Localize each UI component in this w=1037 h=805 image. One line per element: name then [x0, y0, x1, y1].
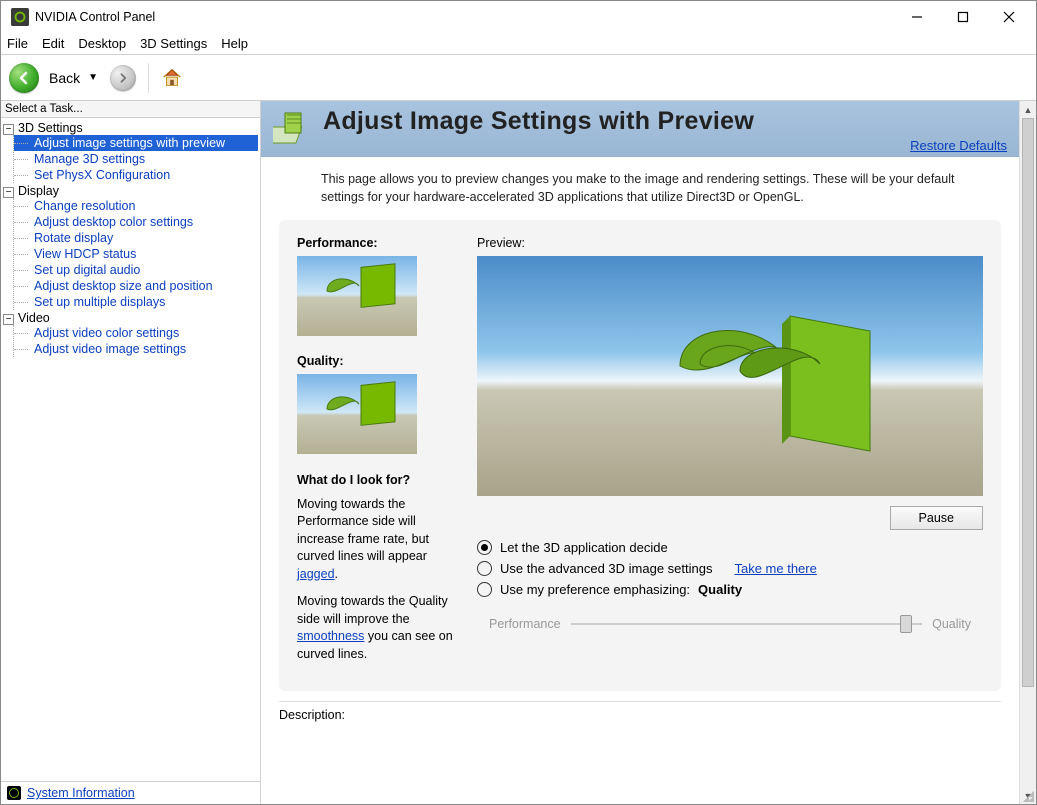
jagged-link[interactable]: jagged: [297, 567, 335, 581]
tree-toggle-display[interactable]: −: [3, 187, 14, 198]
take-me-there-link[interactable]: Take me there: [734, 561, 816, 576]
maximize-button[interactable]: [940, 1, 986, 33]
slider-thumb[interactable]: [900, 615, 912, 633]
tree-item-rotate-display[interactable]: Rotate display: [14, 230, 258, 246]
toolbar: Back ▼: [1, 55, 1036, 101]
tree-item-desktop-size-position[interactable]: Adjust desktop size and position: [14, 278, 258, 294]
scroll-thumb[interactable]: [1022, 118, 1034, 687]
option-advanced-label: Use the advanced 3D image settings: [500, 561, 712, 576]
option-preference-label: Use my preference emphasizing:: [500, 582, 690, 597]
tree-item-manage-3d-settings[interactable]: Manage 3D settings: [14, 151, 258, 167]
sidebar-header: Select a Task...: [1, 101, 260, 118]
quality-thumbnail: [297, 374, 417, 454]
tree-toggle-video[interactable]: −: [3, 314, 14, 325]
page-banner: Adjust Image Settings with Preview Resto…: [261, 101, 1019, 157]
main-scrollbar[interactable]: ▲ ▼: [1019, 101, 1036, 804]
task-tree: −3D Settings Adjust image settings with …: [1, 118, 260, 781]
titlebar: NVIDIA Control Panel: [1, 1, 1036, 33]
tree-group-video[interactable]: Video: [18, 311, 50, 325]
preview-label: Preview:: [477, 236, 983, 250]
smoothness-link[interactable]: smoothness: [297, 629, 364, 643]
system-info-icon: [7, 786, 21, 800]
preference-slider: Performance Quality: [477, 607, 983, 645]
preview-viewport: [477, 256, 983, 496]
performance-thumbnail: [297, 256, 417, 336]
tree-item-video-color[interactable]: Adjust video color settings: [14, 325, 258, 341]
system-information-link[interactable]: System Information: [27, 786, 135, 800]
page-icon: [273, 107, 313, 147]
page-title: Adjust Image Settings with Preview: [323, 107, 1007, 136]
sidebar: Select a Task... −3D Settings Adjust ima…: [1, 101, 261, 804]
help-paragraph-2: Moving towards the Quality side will imp…: [297, 593, 457, 663]
tree-item-multiple-displays[interactable]: Set up multiple displays: [14, 294, 258, 310]
close-button[interactable]: [986, 1, 1032, 33]
forward-button[interactable]: [110, 65, 136, 91]
menu-desktop[interactable]: Desktop: [74, 34, 136, 53]
radio-my-preference[interactable]: [477, 582, 492, 597]
home-icon[interactable]: [161, 67, 183, 89]
tree-toggle-3d-settings[interactable]: −: [3, 124, 14, 135]
resize-grip[interactable]: [1020, 788, 1034, 802]
menu-edit[interactable]: Edit: [38, 34, 74, 53]
radio-advanced-settings[interactable]: [477, 561, 492, 576]
option-let-app-decide-label: Let the 3D application decide: [500, 540, 668, 555]
option-preference-value: Quality: [698, 582, 742, 597]
window-title: NVIDIA Control Panel: [35, 10, 894, 24]
radio-let-app-decide[interactable]: [477, 540, 492, 555]
menu-3d-settings[interactable]: 3D Settings: [136, 34, 217, 53]
minimize-button[interactable]: [894, 1, 940, 33]
tree-item-change-resolution[interactable]: Change resolution: [14, 198, 258, 214]
toolbar-separator: [148, 63, 149, 93]
performance-label: Performance:: [297, 236, 457, 250]
tree-group-3d-settings[interactable]: 3D Settings: [18, 121, 83, 135]
help-paragraph-1: Moving towards the Performance side will…: [297, 496, 457, 584]
quality-label: Quality:: [297, 354, 457, 368]
back-button[interactable]: [9, 63, 39, 93]
tree-group-display[interactable]: Display: [18, 184, 59, 198]
description-label: Description:: [279, 701, 1001, 722]
slider-label-quality: Quality: [932, 617, 971, 631]
back-dropdown-icon[interactable]: ▼: [88, 72, 98, 83]
menu-help[interactable]: Help: [217, 34, 258, 53]
tree-item-set-physx[interactable]: Set PhysX Configuration: [14, 167, 258, 183]
menubar: File Edit Desktop 3D Settings Help: [1, 33, 1036, 55]
tree-item-video-image[interactable]: Adjust video image settings: [14, 341, 258, 357]
settings-panel: Performance: Quality: What do I look for…: [279, 220, 1001, 691]
nvidia-app-icon: [11, 8, 29, 26]
help-heading: What do I look for?: [297, 472, 457, 490]
back-label: Back: [49, 70, 80, 86]
slider-label-performance: Performance: [489, 617, 561, 631]
tree-item-adjust-image-settings[interactable]: Adjust image settings with preview: [14, 135, 258, 151]
tree-item-digital-audio[interactable]: Set up digital audio: [14, 262, 258, 278]
restore-defaults-link[interactable]: Restore Defaults: [323, 138, 1007, 153]
slider-track[interactable]: [571, 623, 923, 625]
pause-button[interactable]: Pause: [890, 506, 983, 530]
page-description: This page allows you to preview changes …: [261, 157, 1019, 220]
main-panel: Adjust Image Settings with Preview Resto…: [261, 101, 1036, 804]
tree-item-adjust-desktop-color[interactable]: Adjust desktop color settings: [14, 214, 258, 230]
scroll-up-icon[interactable]: ▲: [1020, 101, 1036, 118]
tree-item-view-hdcp[interactable]: View HDCP status: [14, 246, 258, 262]
menu-file[interactable]: File: [5, 34, 38, 53]
